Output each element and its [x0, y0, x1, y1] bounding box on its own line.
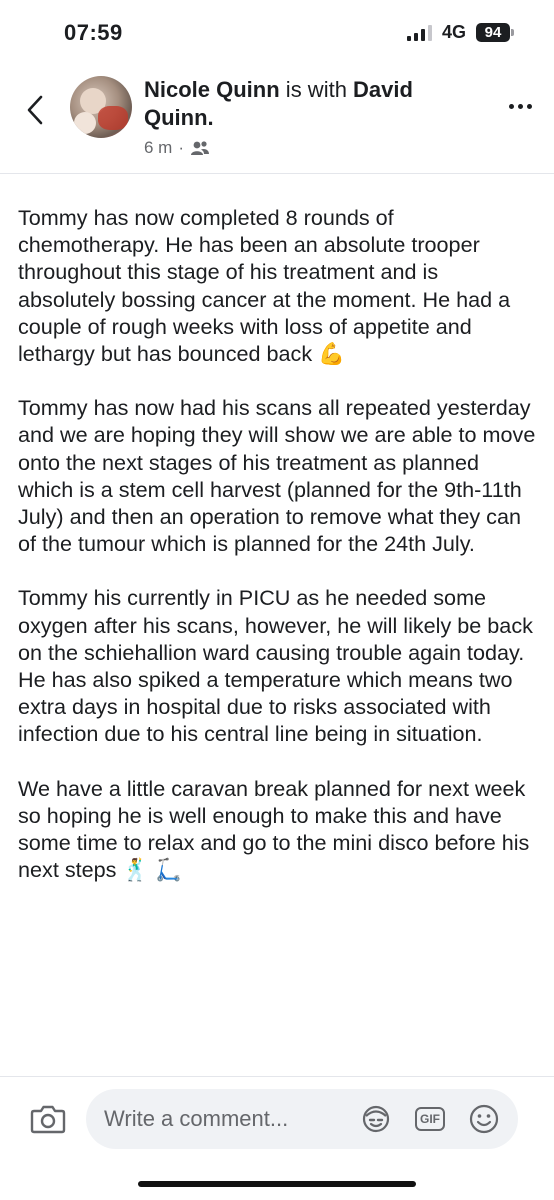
network-type: 4G — [441, 22, 466, 42]
post-paragraph: Tommy has now had his scans all repeated… — [18, 395, 536, 557]
status-bar: 07:59 4G 94 — [0, 0, 554, 64]
comment-bar: Write a comment... GIF — [0, 1076, 554, 1200]
more-options-button[interactable] — [509, 104, 532, 109]
cellular-signal-icon — [406, 24, 432, 41]
status-time: 07:59 — [64, 20, 123, 45]
with-connector: is with — [279, 77, 354, 102]
post-header: Nicole Quinn is with David Quinn. 6 m · — [0, 64, 554, 174]
meta-separator: · — [178, 138, 185, 157]
post-paragraph: Tommy his currently in PICU as he needed… — [18, 585, 533, 747]
gif-button[interactable]: GIF — [414, 1103, 446, 1135]
post-time[interactable]: 6 m — [144, 138, 172, 158]
avatar-sticker-icon[interactable] — [360, 1103, 392, 1135]
battery-level: 94 — [476, 23, 510, 42]
post-body: Tommy has now completed 8 rounds of chem… — [18, 204, 540, 910]
post-meta: 6 m · — [144, 138, 210, 158]
emoji-icon[interactable] — [468, 1103, 500, 1135]
back-button[interactable] — [20, 92, 50, 128]
home-indicator[interactable] — [138, 1181, 416, 1187]
camera-icon — [30, 1105, 66, 1134]
comment-input[interactable]: Write a comment... GIF — [86, 1089, 518, 1149]
post-paragraph: We have a little caravan break planned f… — [18, 775, 530, 883]
post-title: Nicole Quinn is with David Quinn. — [144, 76, 474, 132]
post-paragraph: Tommy has now completed 8 rounds of chem… — [18, 205, 511, 367]
comment-placeholder: Write a comment... — [104, 1106, 289, 1131]
avatar[interactable] — [70, 76, 132, 138]
friends-icon — [191, 141, 210, 155]
camera-button[interactable] — [30, 1103, 66, 1135]
gif-label: GIF — [415, 1107, 445, 1131]
chevron-left-icon — [27, 95, 43, 125]
battery-icon: 94 — [476, 23, 514, 42]
author-name[interactable]: Nicole Quinn — [144, 77, 280, 102]
status-indicators: 4G 94 — [406, 22, 514, 43]
